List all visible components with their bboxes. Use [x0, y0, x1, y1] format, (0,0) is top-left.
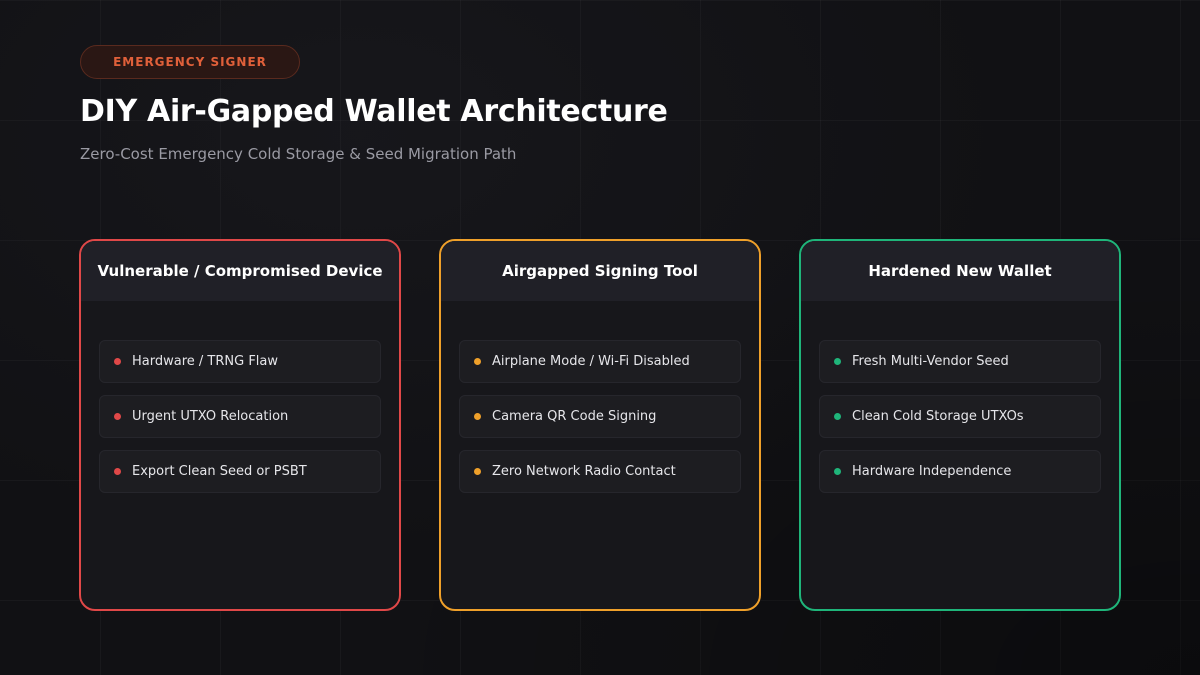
list-item-label: Hardware Independence — [852, 464, 1012, 479]
list-item: Zero Network Radio Contact — [459, 450, 741, 493]
card-item-list: Airplane Mode / Wi-Fi Disabled Camera QR… — [459, 340, 741, 505]
list-item: Urgent UTXO Relocation — [99, 395, 381, 438]
list-item-label: Clean Cold Storage UTXOs — [852, 409, 1024, 424]
card-title: Hardened New Wallet — [868, 262, 1052, 280]
green-bullet-icon — [834, 468, 841, 475]
list-item: Airplane Mode / Wi-Fi Disabled — [459, 340, 741, 383]
list-item: Hardware Independence — [819, 450, 1101, 493]
list-item: Hardware / TRNG Flaw — [99, 340, 381, 383]
card-vulnerable-device: Vulnerable / Compromised Device Hardware… — [79, 239, 401, 611]
red-bullet-icon — [114, 413, 121, 420]
amber-bullet-icon — [474, 413, 481, 420]
amber-bullet-icon — [474, 468, 481, 475]
emergency-signer-badge: EMERGENCY SIGNER — [80, 45, 300, 79]
list-item-label: Camera QR Code Signing — [492, 409, 657, 424]
list-item-label: Export Clean Seed or PSBT — [132, 464, 307, 479]
green-bullet-icon — [834, 413, 841, 420]
slide: EMERGENCY SIGNER DIY Air-Gapped Wallet A… — [0, 0, 1200, 675]
card-hardened-new-wallet: Hardened New Wallet Fresh Multi-Vendor S… — [799, 239, 1121, 611]
page-title: DIY Air-Gapped Wallet Architecture — [80, 94, 668, 129]
list-item: Export Clean Seed or PSBT — [99, 450, 381, 493]
red-bullet-icon — [114, 358, 121, 365]
list-item: Fresh Multi-Vendor Seed — [819, 340, 1101, 383]
card-title: Airgapped Signing Tool — [502, 262, 698, 280]
card-header: Vulnerable / Compromised Device — [81, 241, 399, 301]
amber-bullet-icon — [474, 358, 481, 365]
list-item: Camera QR Code Signing — [459, 395, 741, 438]
card-airgapped-signing-tool: Airgapped Signing Tool Airplane Mode / W… — [439, 239, 761, 611]
card-item-list: Hardware / TRNG Flaw Urgent UTXO Relocat… — [99, 340, 381, 505]
list-item: Clean Cold Storage UTXOs — [819, 395, 1101, 438]
card-item-list: Fresh Multi-Vendor Seed Clean Cold Stora… — [819, 340, 1101, 505]
list-item-label: Fresh Multi-Vendor Seed — [852, 354, 1009, 369]
list-item-label: Hardware / TRNG Flaw — [132, 354, 279, 369]
card-title: Vulnerable / Compromised Device — [97, 262, 383, 280]
list-item-label: Zero Network Radio Contact — [492, 464, 676, 479]
card-header: Airgapped Signing Tool — [441, 241, 759, 301]
red-bullet-icon — [114, 468, 121, 475]
green-bullet-icon — [834, 358, 841, 365]
list-item-label: Urgent UTXO Relocation — [132, 409, 289, 424]
page-subtitle: Zero-Cost Emergency Cold Storage & Seed … — [80, 145, 517, 163]
card-header: Hardened New Wallet — [801, 241, 1119, 301]
list-item-label: Airplane Mode / Wi-Fi Disabled — [492, 354, 690, 369]
badge-label: EMERGENCY SIGNER — [113, 55, 267, 69]
